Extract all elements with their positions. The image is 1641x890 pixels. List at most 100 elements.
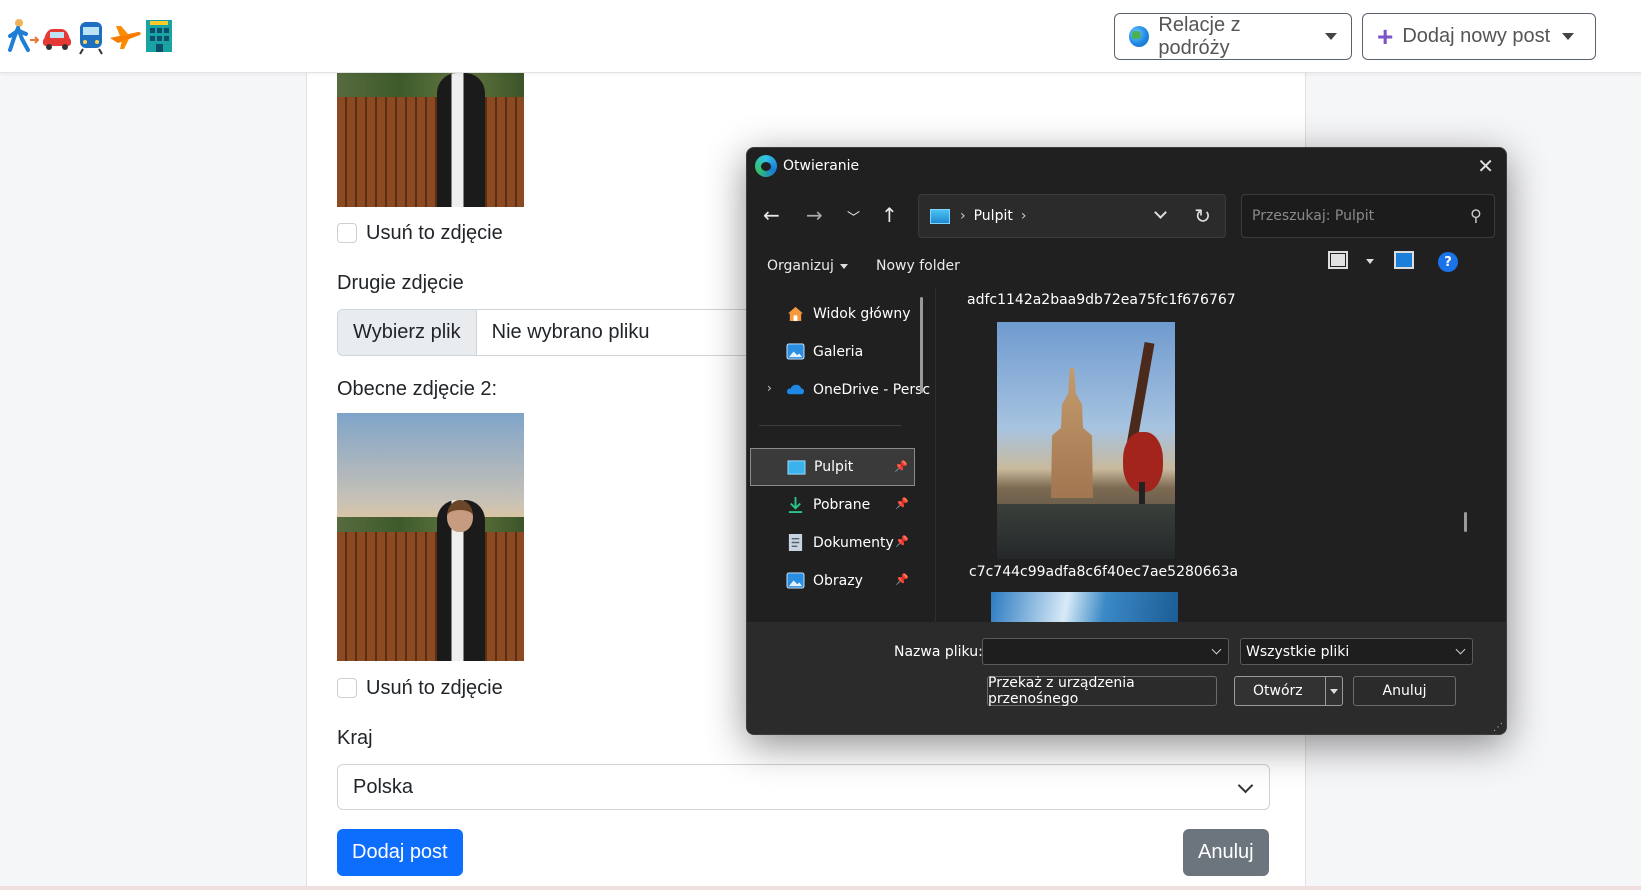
choose-file-button[interactable]: Wybierz plik xyxy=(338,310,477,355)
onedrive-icon xyxy=(787,384,804,395)
resize-grip-icon[interactable]: ⋰ xyxy=(1493,722,1503,733)
file-open-dialog: Otwieranie ✕ ← → ﹀ ↑ › Pulpit › ↻ Przesz… xyxy=(746,147,1507,735)
search-placeholder: Przeszukaj: Pulpit xyxy=(1252,208,1375,224)
pin-icon[interactable]: 📌 xyxy=(895,535,909,548)
sidebar-item-onedrive[interactable]: › OneDrive - Persc xyxy=(750,371,930,409)
remove-photo-2-checkbox[interactable] xyxy=(337,678,357,698)
sidebar-item-downloads[interactable]: Pobrane 📌 xyxy=(750,486,915,524)
address-history-chevron-icon[interactable] xyxy=(1154,206,1167,219)
plus-icon: + xyxy=(1377,20,1394,52)
sidebar-item-documents[interactable]: Dokumenty 📌 xyxy=(750,524,915,562)
sidebar-item-home[interactable]: Widok główny xyxy=(750,295,915,333)
refresh-icon[interactable]: ↻ xyxy=(1194,204,1211,228)
sidebar-item-label: Obrazy xyxy=(813,573,863,589)
chevron-down-icon xyxy=(1455,644,1466,655)
add-post-dropdown[interactable]: + Dodaj nowy post xyxy=(1362,13,1596,60)
current-photo-1 xyxy=(337,73,524,207)
file-list-scrollbar[interactable] xyxy=(1464,512,1467,532)
file-thumbnail-1[interactable] xyxy=(997,322,1175,559)
pictures-icon xyxy=(786,572,805,589)
site-logo[interactable] xyxy=(6,14,176,58)
sidebar-item-desktop[interactable]: Pulpit 📌 xyxy=(750,448,915,486)
file-name-1[interactable]: adfc1142a2baa9db72ea75fc1f676767 xyxy=(967,292,1236,308)
pin-icon[interactable]: 📌 xyxy=(895,573,909,586)
address-bar[interactable]: › Pulpit › ↻ xyxy=(918,194,1226,238)
sidebar-item-label: Widok główny xyxy=(813,306,911,322)
breadcrumb-separator-icon[interactable]: › xyxy=(1021,208,1027,224)
open-button[interactable]: Otwórz xyxy=(1234,676,1343,706)
submit-post-button[interactable]: Dodaj post xyxy=(337,829,463,876)
country-select[interactable]: Polska xyxy=(337,764,1270,810)
add-post-dropdown-label: Dodaj nowy post xyxy=(1402,25,1551,47)
chevron-down-icon xyxy=(1237,777,1254,794)
pane-divider[interactable] xyxy=(935,288,936,622)
documents-icon xyxy=(788,534,803,551)
caret-down-icon xyxy=(839,263,848,269)
sidebar-divider xyxy=(759,425,901,426)
file-thumbnail-2[interactable] xyxy=(991,592,1178,622)
globe-icon xyxy=(1129,26,1150,47)
open-options-caret-icon[interactable] xyxy=(1325,677,1342,705)
second-photo-label: Drugie zdjęcie xyxy=(337,272,464,294)
desktop-icon xyxy=(930,208,950,224)
expand-chevron-icon[interactable]: › xyxy=(767,381,772,395)
sidebar-item-label: Dokumenty xyxy=(813,535,894,551)
relations-dropdown[interactable]: Relacje z podróży xyxy=(1114,13,1352,60)
thumbnail-building-image xyxy=(1051,368,1093,498)
file-type-filter[interactable]: Wszystkie pliki xyxy=(1240,638,1473,665)
dialog-titlebar[interactable]: Otwieranie xyxy=(747,148,1506,184)
second-photo-file-input[interactable]: Wybierz plik Nie wybrano pliku xyxy=(337,309,757,356)
view-mode-icon[interactable] xyxy=(1328,251,1348,269)
caret-down-icon xyxy=(1325,33,1337,40)
page-bottom-border xyxy=(0,886,1641,890)
download-icon xyxy=(788,496,803,513)
recent-locations-chevron-icon[interactable]: ﹀ xyxy=(847,207,860,226)
filename-input[interactable] xyxy=(982,638,1229,665)
train-icon xyxy=(74,16,108,56)
sidebar-item-gallery[interactable]: Galeria xyxy=(750,333,915,371)
organize-menu-label: Organizuj xyxy=(767,258,834,274)
navigation-pane: Widok główny Galeria › OneDrive - Persc … xyxy=(747,288,935,622)
sidebar-item-label: OneDrive - Persc xyxy=(813,382,931,398)
dialog-footer: Nazwa pliku: Wszystkie pliki Przekaż z u… xyxy=(747,622,1506,734)
view-mode-caret-icon[interactable] xyxy=(1366,259,1374,264)
pin-icon[interactable]: 📌 xyxy=(894,460,908,473)
breadcrumb-current[interactable]: Pulpit xyxy=(974,208,1013,224)
dialog-cancel-button[interactable]: Anuluj xyxy=(1353,676,1456,706)
help-icon[interactable]: ? xyxy=(1438,252,1458,272)
top-navbar: Relacje z podróży + Dodaj nowy post xyxy=(0,0,1641,73)
file-status: Nie wybrano pliku xyxy=(491,321,650,343)
pin-icon[interactable]: 📌 xyxy=(895,497,909,510)
filename-label: Nazwa pliku: xyxy=(894,644,983,660)
country-select-value: Polska xyxy=(353,775,414,798)
back-arrow-icon[interactable]: ← xyxy=(763,203,780,227)
current-photo-2 xyxy=(337,413,524,661)
desktop-icon xyxy=(787,460,806,475)
close-icon[interactable]: ✕ xyxy=(1477,154,1494,178)
walking-person-icon xyxy=(6,16,40,56)
country-label: Kraj xyxy=(337,727,373,749)
portable-device-button[interactable]: Przekaż z urządzenia przenośnego xyxy=(987,675,1217,707)
current-photo-2-label: Obecne zdjęcie 2: xyxy=(337,378,498,400)
cancel-button[interactable]: Anuluj xyxy=(1183,829,1269,876)
edge-browser-icon xyxy=(755,155,777,177)
chevron-down-icon[interactable] xyxy=(1211,644,1222,655)
search-input[interactable]: Przeszukaj: Pulpit ⚲ xyxy=(1241,194,1495,238)
remove-photo-1-label: Usuń to zdjęcie xyxy=(366,222,503,244)
remove-photo-1-checkbox[interactable] xyxy=(337,223,357,243)
relations-dropdown-label: Relacje z podróży xyxy=(1158,13,1241,59)
forward-arrow-icon[interactable]: → xyxy=(806,203,823,227)
search-icon: ⚲ xyxy=(1470,206,1482,225)
hotel-icon xyxy=(142,16,176,56)
organize-menu[interactable]: Organizuj xyxy=(767,258,848,274)
new-folder-button[interactable]: Nowy folder xyxy=(876,258,960,274)
file-type-filter-value: Wszystkie pliki xyxy=(1246,643,1350,660)
sidebar-scrollbar[interactable] xyxy=(920,297,923,393)
gallery-icon xyxy=(786,343,805,360)
open-button-label: Otwórz xyxy=(1253,683,1303,699)
up-arrow-icon[interactable]: ↑ xyxy=(881,203,898,227)
file-list: adfc1142a2baa9db72ea75fc1f676767 c7c744c… xyxy=(937,288,1497,622)
sidebar-item-pictures[interactable]: Obrazy 📌 xyxy=(750,562,915,600)
file-name-2[interactable]: c7c744c99adfa8c6f40ec7ae5280663a xyxy=(969,564,1238,580)
preview-pane-icon[interactable] xyxy=(1394,251,1414,269)
